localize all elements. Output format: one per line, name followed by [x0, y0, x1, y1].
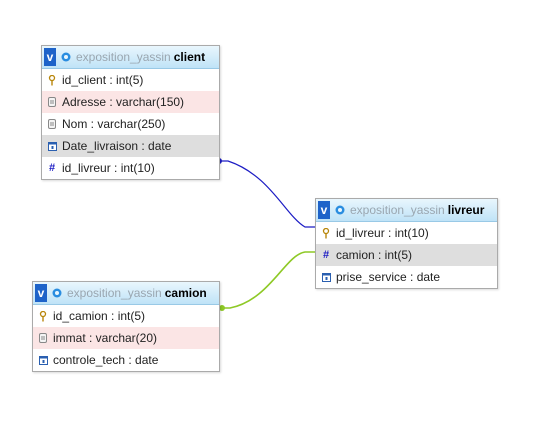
- column-row[interactable]: id_client : int(5): [42, 69, 219, 91]
- column-label: Date_livraison : date: [62, 139, 172, 153]
- table-camion[interactable]: v exposition_yassin camion id_camion : i…: [32, 281, 220, 372]
- gear-icon[interactable]: [333, 203, 347, 217]
- collapse-toggle[interactable]: v: [35, 284, 47, 302]
- table-header[interactable]: v exposition_yassin camion: [33, 282, 219, 305]
- date-field-icon: [47, 140, 57, 152]
- column-row[interactable]: Date_livraison : date: [42, 135, 219, 157]
- column-row[interactable]: controle_tech : date: [33, 349, 219, 371]
- key-icon: [38, 310, 48, 322]
- column-label: immat : varchar(20): [53, 331, 158, 345]
- table-name: client: [173, 50, 206, 64]
- numeric-field-icon: #: [48, 162, 56, 174]
- table-header[interactable]: v exposition_yassin livreur: [316, 199, 497, 222]
- column-label: id_camion : int(5): [53, 309, 146, 323]
- column-row[interactable]: Nom : varchar(250): [42, 113, 219, 135]
- column-row[interactable]: Adresse : varchar(150): [42, 91, 219, 113]
- column-row[interactable]: id_camion : int(5): [33, 305, 219, 327]
- database-name: exposition_yassin: [76, 50, 171, 64]
- date-field-icon: [321, 271, 331, 283]
- gear-icon[interactable]: [50, 286, 64, 300]
- column-label: camion : int(5): [336, 248, 413, 262]
- text-field-icon: [38, 332, 48, 344]
- table-name: camion: [164, 286, 207, 300]
- column-label: Nom : varchar(250): [62, 117, 166, 131]
- database-name: exposition_yassin: [67, 286, 162, 300]
- column-row[interactable]: # camion : int(5): [316, 244, 497, 266]
- text-field-icon: [47, 96, 57, 108]
- numeric-field-icon: #: [322, 249, 330, 261]
- table-client[interactable]: v exposition_yassin client id_client : i…: [41, 45, 220, 180]
- collapse-toggle[interactable]: v: [318, 201, 330, 219]
- database-name: exposition_yassin: [350, 203, 445, 217]
- gear-icon[interactable]: [59, 50, 73, 64]
- date-field-icon: [38, 354, 48, 366]
- column-label: id_livreur : int(10): [336, 226, 429, 240]
- key-icon: [47, 74, 57, 86]
- key-icon: [321, 227, 331, 239]
- table-livreur[interactable]: v exposition_yassin livreur id_livreur :…: [315, 198, 498, 289]
- column-row[interactable]: immat : varchar(20): [33, 327, 219, 349]
- column-row[interactable]: prise_service : date: [316, 266, 497, 288]
- column-label: id_client : int(5): [62, 73, 144, 87]
- relation-client-livreur: [219, 160, 316, 228]
- column-label: controle_tech : date: [53, 353, 159, 367]
- table-name: livreur: [447, 203, 485, 217]
- column-row[interactable]: id_livreur : int(10): [316, 222, 497, 244]
- column-label: id_livreur : int(10): [62, 161, 155, 175]
- column-label: Adresse : varchar(150): [62, 95, 185, 109]
- table-header[interactable]: v exposition_yassin client: [42, 46, 219, 69]
- collapse-toggle[interactable]: v: [44, 48, 56, 66]
- relation-camion-livreur: [221, 251, 316, 309]
- column-label: prise_service : date: [336, 270, 441, 284]
- column-row[interactable]: # id_livreur : int(10): [42, 157, 219, 179]
- text-field-icon: [47, 118, 57, 130]
